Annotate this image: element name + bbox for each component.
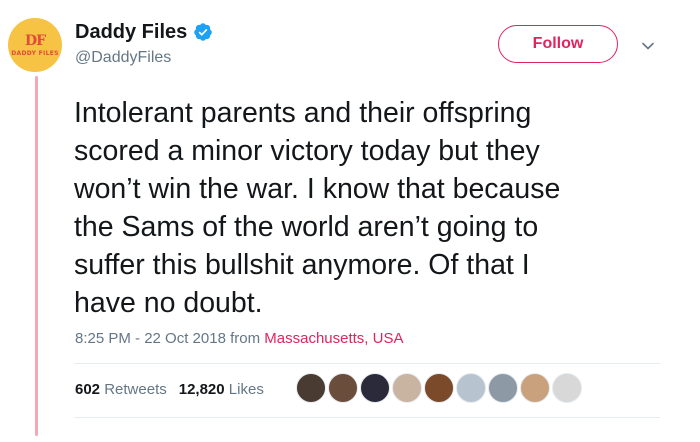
likes-count: 12,820 <box>178 381 225 398</box>
divider-top <box>74 363 660 364</box>
liker-avatar-2[interactable] <box>328 373 358 403</box>
avatar-logo-text: DADDY FILES <box>11 49 59 57</box>
user-info: Daddy Files @DaddyFiles <box>75 20 213 68</box>
divider-bottom <box>74 417 660 418</box>
verified-badge-icon <box>193 22 213 42</box>
name-row: Daddy Files <box>75 20 213 44</box>
thread-line <box>35 76 38 436</box>
liker-avatar-3[interactable] <box>360 373 390 403</box>
retweets-stat[interactable]: 602 Retweets <box>75 381 167 399</box>
tweet-location[interactable]: Massachusetts, USA <box>264 330 403 347</box>
follow-button[interactable]: Follow <box>498 25 618 63</box>
liker-avatar-4[interactable] <box>392 373 422 403</box>
liker-avatar-9[interactable] <box>552 373 582 403</box>
display-name[interactable]: Daddy Files <box>75 20 187 44</box>
likes-stat[interactable]: 12,820 Likes <box>179 381 264 399</box>
retweets-count: 602 <box>75 381 101 398</box>
liker-avatars <box>296 373 584 403</box>
avatar[interactable]: DF DADDY FILES <box>8 18 62 72</box>
retweets-label: Retweets <box>104 381 167 398</box>
tweet-card: DF DADDY FILES Daddy Files @DaddyFiles F… <box>0 0 700 442</box>
avatar-logo-mark: DF <box>24 32 46 49</box>
liker-avatar-6[interactable] <box>456 373 486 403</box>
liker-avatar-7[interactable] <box>488 373 518 403</box>
liker-avatar-1[interactable] <box>296 373 326 403</box>
likes-label: Likes <box>228 381 264 398</box>
user-handle[interactable]: @DaddyFiles <box>75 48 213 68</box>
chevron-down-icon[interactable] <box>640 38 656 54</box>
tweet-meta: 8:25 PM - 22 Oct 2018 from Massachusetts… <box>75 330 403 348</box>
liker-avatar-5[interactable] <box>424 373 454 403</box>
liker-avatar-8[interactable] <box>520 373 550 403</box>
tweet-text: Intolerant parents and their offspring s… <box>74 97 561 319</box>
tweet-stats: 602 Retweets 12,820 Likes <box>75 381 264 399</box>
from-label: from <box>230 330 261 347</box>
tweet-timestamp[interactable]: 8:25 PM - 22 Oct 2018 <box>75 330 226 347</box>
